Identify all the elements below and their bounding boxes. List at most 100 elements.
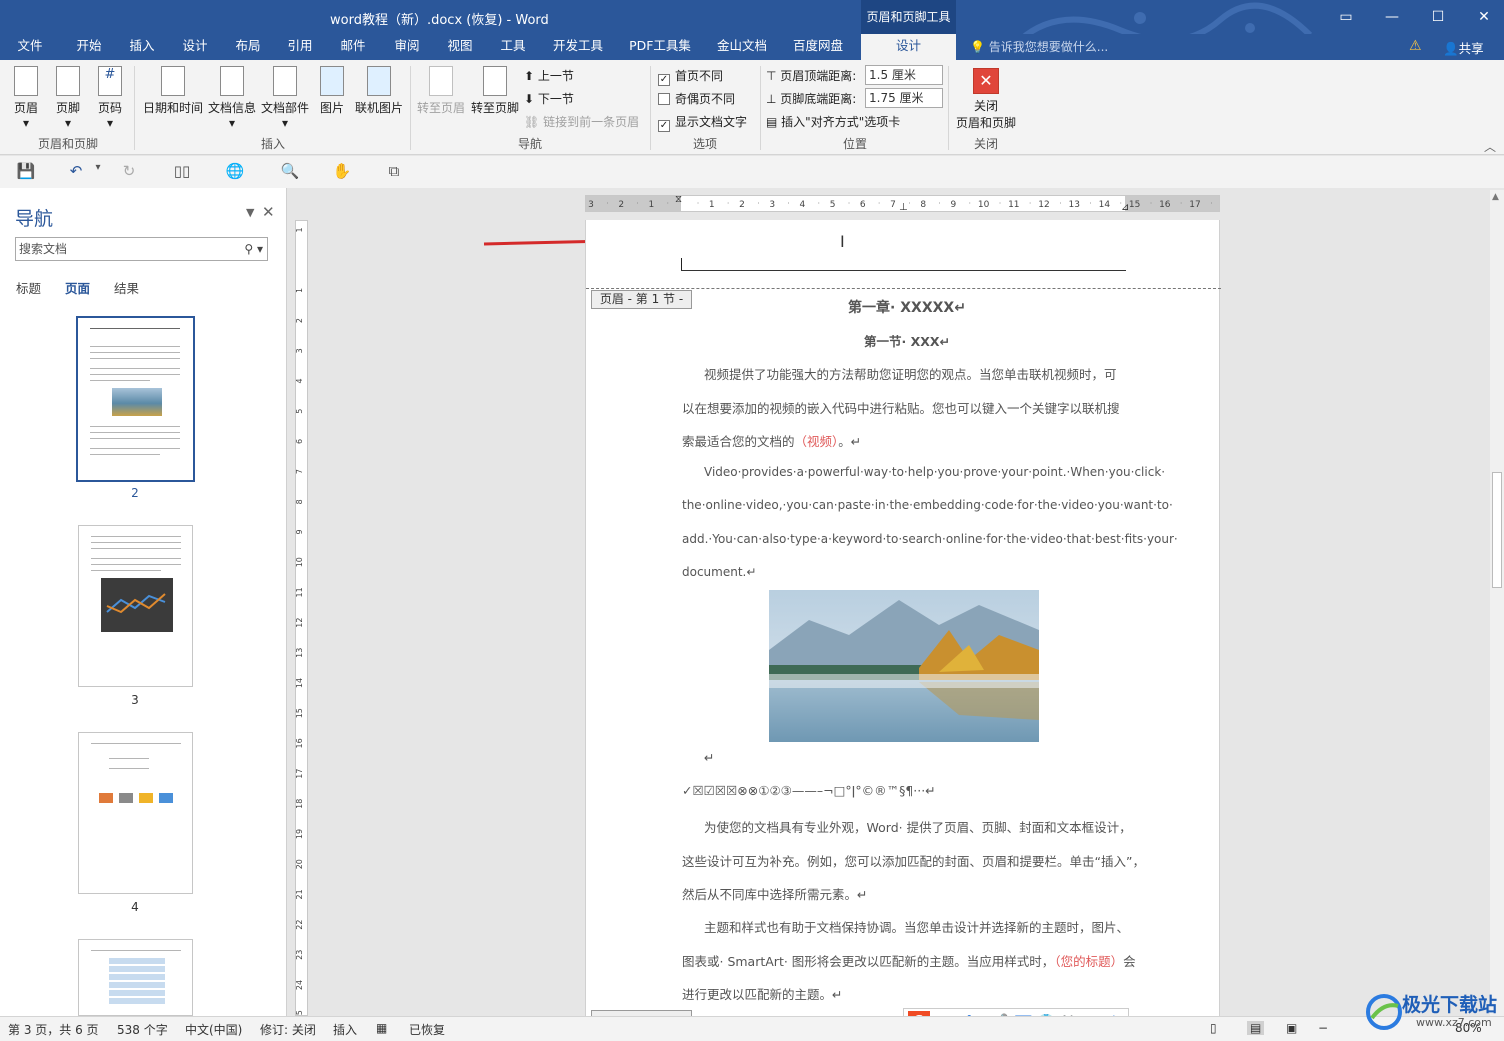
tab-mailings[interactable]: 邮件 (330, 34, 376, 60)
document-page[interactable]: I 页眉 - 第 1 节 - 第一章· XXXXX↵ 第一节· XXX↵ 视频提… (585, 220, 1221, 1020)
zoom-out-icon[interactable]: − (1318, 1021, 1328, 1035)
save-icon[interactable]: 💾 (16, 162, 36, 180)
online-picture-label: 联机图片 (354, 101, 403, 115)
landscape-image[interactable] (769, 590, 1039, 742)
ribbon-display-icon[interactable]: ▭ (1326, 4, 1366, 30)
horizontal-ruler[interactable]: 3 · 2 · 1 · · 1 · 2 · 3 · 4 · 5 · 6 · 7 · 8 · 9 · 10 · 11 · 12 · 13 · 14 ·… (585, 194, 1220, 213)
ruler-tick-label: 3 (295, 348, 304, 353)
indent-marker-icon[interactable]: ⧖ (675, 194, 682, 205)
nav-options-icon[interactable]: ▼ (246, 206, 254, 219)
page-thumbnail-label: 2 (131, 486, 139, 500)
tab-pdf[interactable]: PDF工具集 (624, 34, 696, 60)
nav-tab-results[interactable]: 结果 (114, 278, 139, 297)
footer-button[interactable]: 页脚 ▾ (52, 66, 84, 130)
macro-icon[interactable]: ▦ (376, 1021, 387, 1035)
tab-review[interactable]: 审阅 (384, 34, 430, 60)
web-icon[interactable]: 🌐 (225, 162, 245, 180)
nav-tab-pages[interactable]: 页面 (65, 278, 90, 297)
print-preview-icon[interactable]: 🔍 (280, 162, 300, 180)
odd-even-diff-checkbox[interactable]: 奇偶页不同 (658, 90, 735, 107)
tab-baidu[interactable]: 百度网盘 (786, 34, 850, 60)
tab-developer[interactable]: 开发工具 (546, 34, 610, 60)
header-button[interactable]: 页眉 ▾ (10, 66, 42, 130)
tab-insert[interactable]: 插入 (120, 34, 164, 60)
tab-home[interactable]: 开始 (66, 34, 112, 60)
redo-icon[interactable]: ↻ (119, 162, 139, 180)
maximize-button[interactable]: ☐ (1418, 4, 1458, 30)
status-words[interactable]: 538 个字 (117, 1021, 168, 1038)
undo-icon[interactable]: ↶ (66, 162, 86, 180)
tab-kdocs[interactable]: 金山文档 (710, 34, 774, 60)
link-prev-button[interactable]: ⛓ 链接到前一条页眉 (524, 113, 639, 130)
page-thumbnail-5[interactable] (78, 939, 193, 1016)
goto-header-button[interactable]: 转至页眉 (414, 66, 468, 116)
status-page[interactable]: 第 3 页，共 6 页 (8, 1021, 99, 1038)
ribbon-tabs: 文件 开始 插入 设计 布局 引用 邮件 审阅 视图 工具 开发工具 PDF工具… (0, 34, 1504, 60)
tab-tools[interactable]: 工具 (490, 34, 536, 60)
tab-file[interactable]: 文件 (8, 34, 52, 60)
footer-bottom-input[interactable]: 1.75 厘米 (865, 88, 943, 108)
page-thumbnail-2[interactable] (76, 316, 195, 482)
ruler-tick-label: 16 (1159, 200, 1171, 210)
page-thumbnail-3[interactable] (78, 525, 193, 687)
goto-footer-button[interactable]: 转至页脚 (468, 66, 522, 116)
date-time-button[interactable]: 日期和时间 (142, 66, 204, 116)
collapse-ribbon-icon[interactable]: ︿ (1484, 138, 1496, 155)
right-tab-icon[interactable]: ⊿ (1121, 202, 1129, 213)
prev-section-button[interactable]: ⬆ 上一节 (524, 67, 574, 84)
tab-design[interactable]: 设计 (172, 34, 218, 60)
tell-me-search[interactable]: 💡 告诉我您想要做什么... (970, 38, 1108, 55)
para1-end: 。↵ (838, 434, 862, 449)
status-track-changes[interactable]: 修订: 关闭 (260, 1021, 316, 1038)
insert-align-tab-button[interactable]: ▤ 插入"对齐方式"选项卡 (766, 113, 900, 130)
close-red-icon: ✕ (973, 68, 999, 94)
ruler-tick-mark: · (727, 199, 730, 208)
first-page-diff-checkbox[interactable]: ✓ 首页不同 (658, 67, 723, 86)
customize-icon[interactable]: ⧉ (384, 162, 404, 180)
vertical-scrollbar[interactable]: ▲ (1490, 190, 1504, 1016)
read-view-icon[interactable]: ▯ (1210, 1021, 1217, 1035)
doc-info-button[interactable]: 文档信息 ▾ (206, 66, 258, 130)
warning-icon[interactable]: ⚠ (1409, 38, 1422, 54)
print-layout-icon[interactable]: ▤ (1247, 1021, 1265, 1035)
page-number-button[interactable]: # 页码 ▾ (94, 66, 126, 130)
header-top-input[interactable]: 1.5 厘米 (865, 65, 943, 85)
status-language[interactable]: 中文(中国) (185, 1021, 242, 1038)
ruler-tick-mark: · (1150, 199, 1153, 208)
ruler-tick-label: 8 (295, 499, 304, 504)
page-thumbnail-4[interactable] (78, 732, 193, 894)
picture-button[interactable]: 图片 (315, 66, 349, 116)
tab-references[interactable]: 引用 (278, 34, 322, 60)
close-window-button[interactable]: ✕ (1464, 4, 1504, 30)
nav-search-input[interactable]: 搜索文档 ⚲ ▾ (15, 237, 268, 261)
status-insert-mode[interactable]: 插入 (333, 1021, 357, 1038)
close-header-footer-button[interactable]: ✕ 关闭 页眉和页脚 (953, 68, 1019, 131)
prev-section-icon: ⬆ (524, 69, 535, 83)
tab-view[interactable]: 视图 (437, 34, 483, 60)
para1-line3: 索最适合您的文档的（视频）。↵ (682, 431, 1132, 450)
tab-layout[interactable]: 布局 (226, 34, 270, 60)
doc-parts-button[interactable]: 文档部件 ▾ (259, 66, 311, 130)
share-button[interactable]: 👤共享 (1443, 38, 1484, 57)
next-section-button[interactable]: ⬇ 下一节 (524, 90, 574, 107)
nav-tab-headings[interactable]: 标题 (16, 278, 41, 297)
scrollbar-thumb[interactable] (1492, 472, 1502, 588)
center-tab-icon[interactable]: ⊥ (899, 202, 908, 213)
tab-hf-design[interactable]: 设计 (861, 34, 956, 60)
undo-dropdown-icon[interactable]: ▾ (88, 162, 108, 180)
show-doc-text-checkbox[interactable]: ✓ 显示文档文字 (658, 113, 747, 132)
minimize-button[interactable]: — (1372, 4, 1412, 30)
header-top-icon: ⊤ (766, 69, 777, 83)
divider (650, 66, 651, 150)
nav-title: 导航 (15, 208, 54, 230)
para1-line2: 以在想要添加的视频的嵌入代码中进行粘贴。您也可以键入一个关键字以联机搜 (682, 401, 1120, 416)
read-mode-icon[interactable]: ▯▯ (172, 162, 192, 180)
web-layout-icon[interactable]: ▣ (1286, 1021, 1297, 1035)
online-picture-button[interactable]: 联机图片 (352, 66, 406, 116)
ruler-tick-mark: · (969, 199, 972, 208)
goto-header-label: 转至页眉 (416, 101, 465, 115)
search-icon[interactable]: ⚲ ▾ (244, 238, 263, 260)
nav-close-icon[interactable]: ✕ (262, 203, 275, 221)
touch-mode-icon[interactable]: ✋ (332, 162, 352, 180)
scroll-up-icon[interactable]: ▲ (1492, 192, 1499, 202)
